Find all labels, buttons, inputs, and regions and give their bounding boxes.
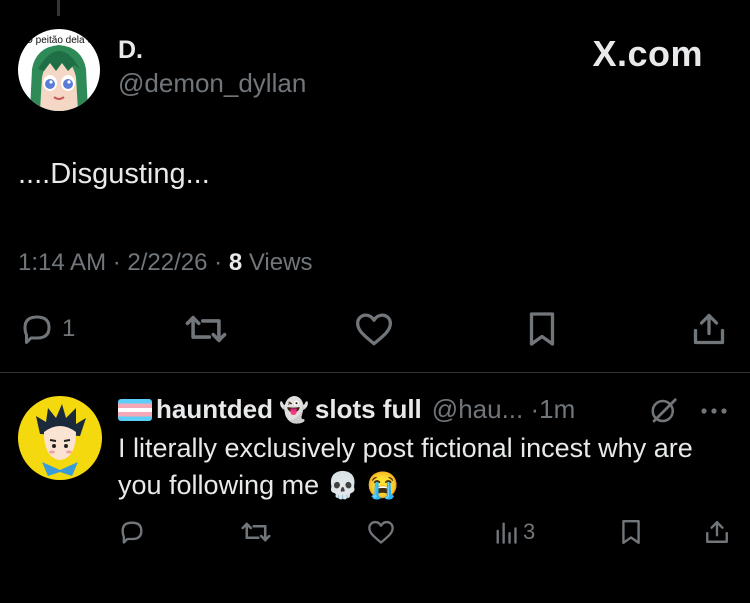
reply-retweet-button[interactable] — [241, 518, 271, 546]
avatar[interactable]: O peitão dela ó — [18, 29, 100, 111]
retweet-icon — [185, 315, 227, 343]
reply-display-name[interactable]: hauntded 👻 slots full — [156, 394, 422, 425]
reply-handle[interactable]: @hau... ·1m — [432, 394, 575, 425]
skull-emoji-icon: 💀 — [326, 470, 359, 500]
reply-count: 1 — [62, 315, 76, 342]
tweet-time[interactable]: 1:14 AM — [18, 249, 106, 276]
avatar-caption: O peitão dela ó — [25, 35, 93, 46]
reply-text: I literally exclusively post fictional i… — [118, 430, 728, 504]
like-button[interactable] — [354, 311, 394, 347]
author-display-name[interactable]: D. — [118, 36, 143, 65]
share-icon — [706, 521, 728, 543]
reply-views-button[interactable]: 3 — [494, 518, 535, 546]
grok-icon[interactable] — [649, 396, 679, 426]
views-label: Views — [248, 249, 313, 276]
reply-avatar[interactable] — [18, 396, 102, 480]
heart-icon — [356, 313, 392, 346]
reply-views-count: 3 — [523, 519, 536, 544]
trans-flag-icon — [118, 398, 152, 421]
retweet-button[interactable] — [185, 311, 227, 347]
bookmark-icon — [622, 519, 640, 545]
reply-name-part2: slots full — [314, 394, 422, 424]
bookmark-icon — [529, 312, 555, 346]
more-options-icon[interactable] — [698, 398, 730, 424]
reply-like-button[interactable] — [367, 518, 395, 546]
reply-bookmark-button[interactable] — [619, 518, 643, 546]
crying-emoji-icon: 😭 — [366, 470, 399, 500]
reply-icon — [121, 521, 143, 544]
views-count: 8 — [228, 249, 243, 276]
ghost-emoji-icon: 👻 — [279, 397, 309, 424]
views-chart-icon — [496, 522, 517, 544]
heart-icon — [368, 520, 394, 544]
tweet-meta: 1:14 AM · 2/22/26 · 8 Views — [18, 249, 313, 276]
tweet-date[interactable]: 2/22/26 — [127, 249, 207, 276]
divider — [0, 372, 750, 373]
reply-handle-text: @hau... — [431, 394, 524, 424]
reply-header: hauntded 👻 slots full @hau... ·1m — [118, 394, 575, 425]
share-icon — [693, 313, 725, 345]
reply-separator: · — [530, 394, 540, 424]
reply-text-body: I literally exclusively post fictional i… — [118, 433, 693, 500]
reply-age: 1m — [539, 394, 576, 424]
reply-avatar-art — [36, 404, 86, 476]
tweet-text: ....Disgusting... — [18, 158, 210, 190]
share-button[interactable] — [690, 311, 728, 347]
thread-connector-line — [57, 0, 60, 16]
reply-name-part1: hauntded — [156, 394, 273, 424]
bookmark-button[interactable] — [524, 311, 560, 347]
reply-reply-button[interactable] — [118, 518, 146, 546]
author-handle[interactable]: @demon_dyllan — [118, 68, 306, 99]
reply-button[interactable]: 1 — [18, 311, 75, 347]
reply-share-button[interactable] — [703, 518, 731, 546]
retweet-icon — [241, 522, 271, 542]
brand-logo: X.com — [592, 33, 703, 74]
reply-icon — [23, 315, 51, 344]
